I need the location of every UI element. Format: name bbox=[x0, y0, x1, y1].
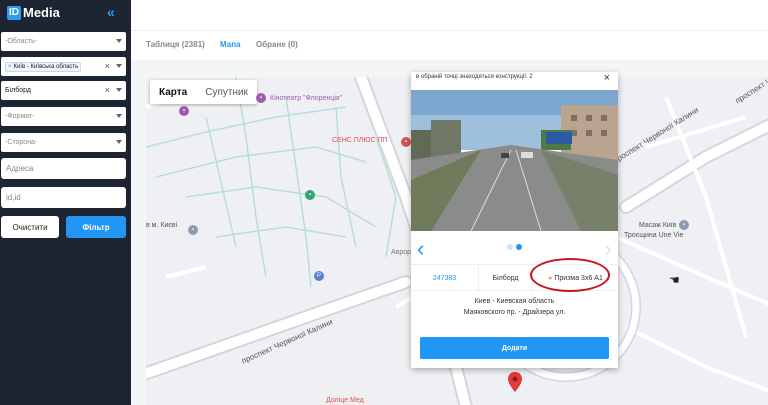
type-select[interactable]: Білборд × bbox=[1, 81, 126, 100]
construction-type: Білборд bbox=[479, 265, 533, 292]
chevron-down-icon bbox=[116, 39, 122, 43]
poi-label: СЕНС ПЛЮС ПП bbox=[332, 137, 388, 144]
view-tabs: Таблиця (2381) Мапа Обране (0) bbox=[131, 30, 768, 60]
sidebar: ID Media « -Область- × Київ - Київська об… bbox=[0, 0, 131, 405]
popup-note: в обраній точці знаходяться конструкції:… bbox=[416, 74, 533, 80]
cinema-pin-icon[interactable]: ▪ bbox=[256, 93, 266, 103]
map-type-map[interactable]: Карта bbox=[150, 80, 196, 104]
map-marker-icon[interactable] bbox=[508, 372, 522, 392]
side-select[interactable]: -Сторона- bbox=[1, 133, 126, 152]
carousel-dot-active[interactable] bbox=[516, 244, 522, 250]
id-placeholder: id,id bbox=[6, 193, 21, 202]
top-bar bbox=[131, 0, 768, 30]
tag-remove-icon[interactable]: × bbox=[8, 64, 12, 70]
hand-cursor-icon: ☚ bbox=[669, 273, 680, 287]
tab-favorites[interactable]: Обране (0) bbox=[256, 40, 298, 49]
chevron-down-icon bbox=[116, 114, 122, 118]
carousel-dot[interactable] bbox=[507, 244, 513, 250]
city-tag-label: Київ - Київська область bbox=[13, 63, 79, 70]
construction-id[interactable]: 247383 bbox=[411, 265, 479, 292]
add-button[interactable]: Додати bbox=[420, 337, 609, 359]
clear-icon[interactable]: × bbox=[105, 85, 110, 95]
poi-pin-icon[interactable]: ▪ bbox=[188, 225, 198, 235]
city-select[interactable]: × Київ - Київська область × bbox=[1, 57, 126, 76]
city-tag: × Київ - Київська область bbox=[5, 61, 82, 72]
format-select[interactable]: -Формат- bbox=[1, 107, 126, 126]
poi-label: Масаж Київ bbox=[639, 222, 677, 229]
format-select-value: -Формат- bbox=[5, 113, 35, 120]
clear-icon[interactable]: × bbox=[105, 61, 110, 71]
tab-table[interactable]: Таблиця (2381) bbox=[146, 40, 205, 49]
tab-map[interactable]: Мапа bbox=[220, 40, 241, 49]
format-highlight-ellipse bbox=[530, 258, 610, 292]
poi-label: в м. Києві bbox=[146, 222, 178, 229]
next-photo-icon[interactable]: › bbox=[605, 236, 612, 262]
collapse-sidebar-icon[interactable]: « bbox=[107, 4, 115, 20]
poi-pin-icon[interactable]: ▪ bbox=[679, 220, 689, 230]
logo[interactable]: ID Media bbox=[7, 5, 60, 20]
map-type-control: Карта Супутник bbox=[150, 80, 257, 104]
poi-pin-icon[interactable]: ▪ bbox=[401, 137, 411, 147]
chevron-down-icon bbox=[116, 64, 122, 68]
address-line2: Маяковского пр. - Драйзера ул. bbox=[463, 309, 566, 316]
chevron-down-icon bbox=[116, 140, 122, 144]
address-line1: Киев - Киевская область bbox=[474, 298, 555, 305]
logo-badge: ID bbox=[7, 5, 21, 20]
clear-button[interactable]: Очистити bbox=[1, 216, 59, 238]
side-select-value: -Сторона- bbox=[5, 139, 38, 146]
id-input[interactable]: id,id bbox=[1, 187, 126, 208]
address-input[interactable]: Адреса bbox=[1, 158, 126, 179]
poi-pin-icon[interactable]: ▪ bbox=[179, 106, 189, 116]
poi-label: Троєщина Une Vie bbox=[624, 232, 684, 239]
logo-text: Media bbox=[23, 5, 60, 20]
filter-button[interactable]: Фільтр bbox=[66, 216, 126, 238]
map-type-satellite[interactable]: Супутник bbox=[196, 80, 257, 104]
address-placeholder: Адреса bbox=[6, 164, 34, 173]
poi-label: Доліце Мед bbox=[326, 397, 364, 404]
parking-pin-icon[interactable]: P bbox=[314, 271, 324, 281]
prev-photo-icon[interactable]: ‹ bbox=[417, 236, 424, 262]
construction-popup: в обраній точці знаходяться конструкції:… bbox=[411, 72, 618, 368]
park-pin-icon[interactable]: ▪ bbox=[305, 190, 315, 200]
chevron-down-icon bbox=[116, 88, 122, 92]
region-select[interactable]: -Область- bbox=[1, 32, 126, 51]
type-select-value: Білборд bbox=[5, 87, 31, 94]
poi-label: Кінотеатр "Флоренція" bbox=[270, 95, 343, 102]
close-icon[interactable]: × bbox=[604, 72, 610, 84]
region-select-value: -Область- bbox=[5, 38, 38, 45]
construction-photo bbox=[411, 90, 618, 231]
